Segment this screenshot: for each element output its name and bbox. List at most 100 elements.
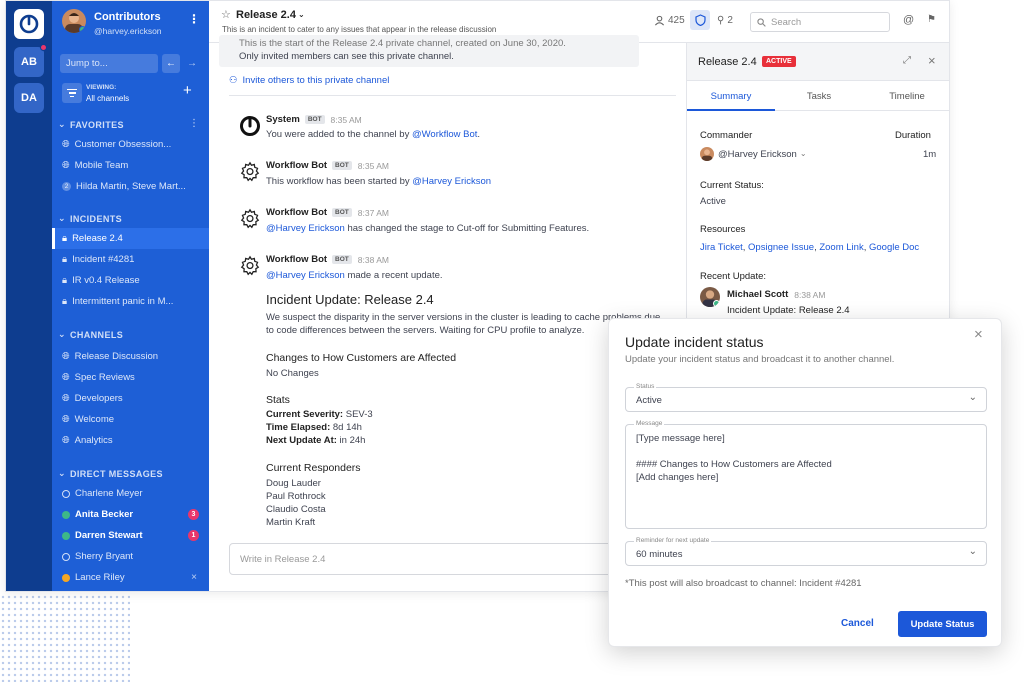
field-label: Reminder for next update — [634, 537, 712, 544]
cancel-button[interactable]: Cancel — [841, 618, 874, 629]
search-input[interactable]: Search — [750, 12, 890, 32]
resource-link[interactable]: Jira Ticket — [700, 242, 743, 253]
gear-icon — [239, 208, 261, 230]
lock-icon: 🔒︎ — [62, 275, 68, 286]
lock-icon: 🔒︎ — [62, 296, 68, 307]
channel-name[interactable]: Release 2.4 ⌄ — [236, 9, 305, 21]
field-label: Status — [634, 383, 657, 390]
jump-to-input[interactable]: Jump to... — [60, 54, 158, 73]
commander-select[interactable]: @Harvey Erickson ⌄ — [718, 149, 807, 160]
online-status-icon — [62, 510, 70, 519]
more-menu-icon[interactable]: ⋮ — [188, 13, 200, 25]
favorite-star-icon[interactable]: ☆ — [221, 8, 231, 21]
sidebar-item-analytics[interactable]: 🌐︎ Analytics — [52, 430, 209, 451]
decorative-dot-pattern — [0, 594, 130, 682]
online-status-icon — [62, 531, 70, 540]
sidebar-item-charlene-meyer[interactable]: Charlene Meyer — [52, 483, 209, 504]
member-icon — [654, 15, 665, 26]
add-channel-icon[interactable]: + — [183, 83, 192, 99]
channel-sidebar: Contributors @harvey.erickson ⋮ Jump to.… — [52, 1, 209, 591]
close-icon[interactable]: × — [928, 53, 936, 68]
sidebar-item-developers[interactable]: 🌐︎ Developers — [52, 388, 209, 409]
sidebar-item-mobile-team[interactable]: 🌐︎ Mobile Team — [52, 155, 209, 176]
team-name[interactable]: Contributors — [94, 11, 161, 23]
offline-status-icon — [62, 552, 70, 561]
responder: Martin Kraft — [266, 517, 316, 528]
team-initials: AB — [21, 56, 37, 68]
stat-severity: Current Severity: SEV-3 — [266, 409, 373, 420]
lock-icon: 🔒︎ — [62, 233, 68, 244]
viewing-value[interactable]: All channels — [86, 94, 129, 103]
resource-link[interactable]: Google Doc — [869, 242, 919, 253]
resource-link[interactable]: Opsignee Issue — [748, 242, 814, 253]
team-button-ab[interactable]: AB — [14, 44, 47, 77]
favorites-options-icon[interactable]: ⋮ — [189, 118, 199, 129]
status-select[interactable]: Status Active ⌄ — [625, 383, 987, 412]
message-textarea[interactable]: Message [Type message here] #### Changes… — [625, 420, 987, 529]
close-icon[interactable]: × — [191, 572, 197, 583]
field-label: Message — [634, 420, 665, 427]
mention-link[interactable]: @Harvey Erickson — [412, 176, 491, 187]
incidents-header[interactable]: ⌄ INCIDENTS — [58, 213, 122, 224]
sidebar-item-lance-riley[interactable]: Lance Riley × — [52, 567, 209, 588]
incident-toggle-button[interactable] — [690, 10, 710, 30]
sidebar-item-intermittent-panic[interactable]: 🔒︎ Intermittent panic in M... — [52, 291, 209, 312]
status-value: Active — [700, 196, 726, 207]
update-status-modal: Update incident status Update your incid… — [608, 318, 1002, 647]
expand-icon[interactable]: ⤢ — [903, 55, 911, 66]
sidebar-item-release-2-4[interactable]: 🔒︎ Release 2.4 — [52, 228, 209, 249]
mattermost-logo-icon[interactable] — [14, 9, 44, 39]
lock-icon: 🔒︎ — [62, 254, 68, 265]
message-text: @Harvey Erickson has changed the stage t… — [266, 223, 590, 234]
update-status-button[interactable]: Update Status — [898, 611, 987, 637]
responder: Paul Rothrock — [266, 491, 326, 502]
username: @harvey.erickson — [94, 26, 162, 36]
message-header: Workflow Bot BOT 8:38 AM — [266, 254, 389, 265]
message-header: System BOT 8:35 AM — [266, 114, 362, 125]
member-list-button[interactable]: 425 — [654, 15, 685, 26]
close-icon[interactable]: × — [974, 326, 983, 343]
tab-tasks[interactable]: Tasks — [775, 91, 863, 102]
team-initials: DA — [21, 92, 37, 104]
flag-icon[interactable]: ⚑ — [927, 14, 936, 25]
channels-header[interactable]: ⌄ CHANNELS — [58, 329, 123, 340]
sidebar-item-darren-stewart[interactable]: Darren Stewart 1 — [52, 525, 209, 546]
sidebar-item-anita-becker[interactable]: Anita Becker 3 — [52, 504, 209, 525]
reminder-select[interactable]: Reminder for next update 60 minutes ⌄ — [625, 537, 987, 566]
direct-messages-header[interactable]: ⌄ DIRECT MESSAGES — [58, 468, 163, 479]
invite-link[interactable]: ⚇ Invite others to this private channel — [229, 75, 389, 86]
back-arrow-icon[interactable]: ← — [162, 54, 180, 73]
sidebar-item-sherry-bryant[interactable]: Sherry Bryant — [52, 546, 209, 567]
forward-arrow-icon[interactable]: → — [183, 54, 201, 73]
tab-timeline[interactable]: Timeline — [863, 91, 949, 102]
status-label: Current Status: — [700, 180, 764, 191]
mention-link[interactable]: @Harvey Erickson — [266, 223, 345, 234]
mention-link[interactable]: @Workflow Bot — [412, 129, 477, 140]
filter-icon[interactable] — [62, 83, 82, 103]
channel-intro-box: This is the start of the Release 2.4 pri… — [219, 35, 639, 67]
mention-dot — [40, 44, 47, 51]
mentions-at-icon[interactable]: @ — [903, 14, 914, 26]
stat-elapsed: Time Elapsed: 8d 14h — [266, 422, 362, 433]
commander-label: Commander — [700, 130, 753, 141]
sidebar-item-welcome[interactable]: 🌐︎ Welcome — [52, 409, 209, 430]
sidebar-item-release-discussion[interactable]: 🌐︎ Release Discussion — [52, 346, 209, 367]
mention-link[interactable]: @Harvey Erickson — [266, 270, 345, 281]
away-status-icon — [62, 573, 70, 582]
pinned-button[interactable]: ⚲ 2 — [717, 15, 733, 26]
gear-icon — [239, 255, 261, 277]
changes-title: Changes to How Customers are Affected — [266, 352, 457, 364]
sidebar-item-ir-release[interactable]: 🔒︎ IR v0.4 Release — [52, 270, 209, 291]
update-title: Incident Update: Release 2.4 — [266, 292, 434, 307]
resource-link[interactable]: Zoom Link — [819, 242, 863, 253]
favorites-header[interactable]: ⌄ FAVORITES — [58, 119, 124, 130]
active-tab-indicator — [687, 109, 775, 111]
tab-summary[interactable]: Summary — [687, 91, 775, 102]
avatar[interactable] — [62, 9, 86, 33]
chevron-down-icon: ⌄ — [297, 10, 305, 19]
sidebar-item-group-dm[interactable]: 2 Hilda Martin, Steve Mart... — [52, 176, 209, 197]
sidebar-item-customer-obsession[interactable]: 🌐︎ Customer Obsession... — [52, 134, 209, 155]
sidebar-item-spec-reviews[interactable]: 🌐︎ Spec Reviews — [52, 367, 209, 388]
sidebar-item-incident-4281[interactable]: 🔒︎ Incident #4281 — [52, 249, 209, 270]
team-button-da[interactable]: DA — [14, 83, 44, 113]
